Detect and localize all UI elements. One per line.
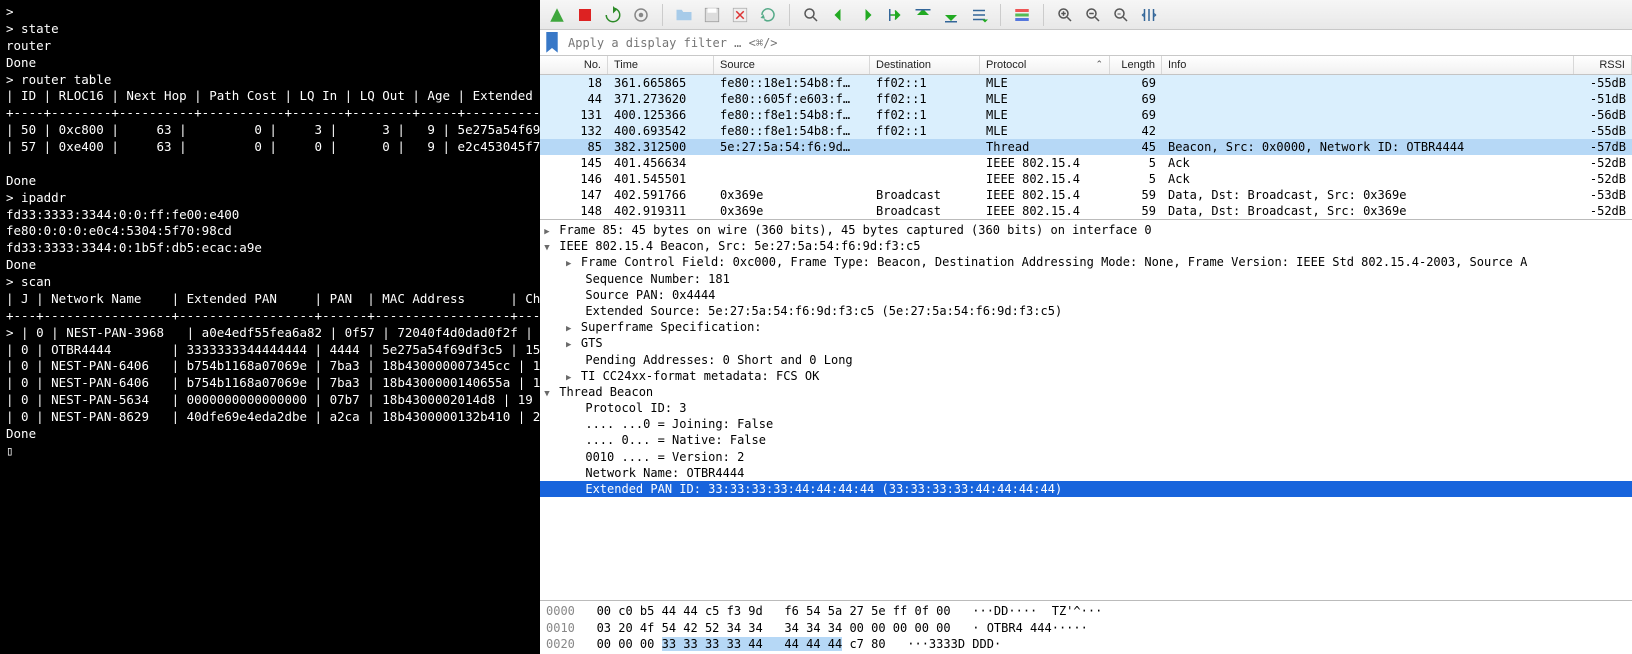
terminal-pane[interactable]: > > state router Done > router table | I… bbox=[0, 0, 540, 654]
detail-line[interactable]: Pending Addresses: 0 Short and 0 Long bbox=[540, 352, 1632, 368]
find-button[interactable] bbox=[800, 4, 822, 26]
detail-line[interactable]: Protocol ID: 3 bbox=[540, 400, 1632, 416]
packet-row[interactable]: 44371.273620fe80::605f:e603:f…ff02::1MLE… bbox=[540, 91, 1632, 107]
bookmark-icon[interactable] bbox=[544, 35, 560, 51]
packet-row[interactable]: 85382.3125005e:27:5a:54:f6:9d…Thread45Be… bbox=[540, 139, 1632, 155]
svg-text:=: = bbox=[1117, 10, 1121, 17]
packet-bytes[interactable]: 0000 00 c0 b5 44 44 c5 f3 9d f6 54 5a 27… bbox=[540, 601, 1632, 654]
detail-line[interactable]: Thread Beacon bbox=[540, 384, 1632, 400]
reload-button[interactable] bbox=[757, 4, 779, 26]
close-file-button[interactable] bbox=[729, 4, 751, 26]
packet-row[interactable]: 147402.5917660x369eBroadcastIEEE 802.15.… bbox=[540, 187, 1632, 203]
detail-line[interactable]: .... ...0 = Joining: False bbox=[540, 416, 1632, 432]
detail-line[interactable]: GTS bbox=[540, 335, 1632, 351]
go-first-button[interactable] bbox=[912, 4, 934, 26]
detail-line[interactable]: 0010 .... = Version: 2 bbox=[540, 449, 1632, 465]
packet-list-header: No. Time Source Destination Protocol⌃ Le… bbox=[540, 56, 1632, 75]
filter-bar bbox=[540, 30, 1632, 56]
detail-line[interactable]: Frame 85: 45 bytes on wire (360 bits), 4… bbox=[540, 222, 1632, 238]
detail-line[interactable]: Extended Source: 5e:27:5a:54:f6:9d:f3:c5… bbox=[540, 303, 1632, 319]
packet-row[interactable]: 131400.125366fe80::f8e1:54b8:f…ff02::1ML… bbox=[540, 107, 1632, 123]
expand-open-icon[interactable] bbox=[542, 384, 552, 400]
packet-details[interactable]: Frame 85: 45 bytes on wire (360 bits), 4… bbox=[540, 220, 1632, 601]
zoom-reset-button[interactable]: = bbox=[1110, 4, 1132, 26]
options-button[interactable] bbox=[630, 4, 652, 26]
zoom-out-button[interactable] bbox=[1082, 4, 1104, 26]
col-len[interactable]: Length bbox=[1110, 56, 1162, 74]
detail-line[interactable]: Frame Control Field: 0xc000, Frame Type:… bbox=[540, 254, 1632, 270]
packet-row[interactable]: 18361.665865fe80::18e1:54b8:f…ff02::1MLE… bbox=[540, 75, 1632, 91]
expand-closed-icon[interactable] bbox=[542, 222, 552, 238]
stop-capture-button[interactable] bbox=[574, 4, 596, 26]
detail-line[interactable]: TI CC24xx-format metadata: FCS OK bbox=[540, 368, 1632, 384]
start-capture-button[interactable] bbox=[546, 4, 568, 26]
col-no[interactable]: No. bbox=[540, 56, 608, 74]
detail-line[interactable]: Sequence Number: 181 bbox=[540, 271, 1632, 287]
display-filter-input[interactable] bbox=[564, 34, 1628, 52]
packet-row[interactable]: 132400.693542fe80::f8e1:54b8:f…ff02::1ML… bbox=[540, 123, 1632, 139]
packet-row[interactable]: 148402.9193110x369eBroadcastIEEE 802.15.… bbox=[540, 203, 1632, 219]
detail-line[interactable]: Source PAN: 0x4444 bbox=[540, 287, 1632, 303]
hex-row[interactable]: 0020 00 00 00 33 33 33 33 44 44 44 44 c7… bbox=[546, 636, 1626, 652]
auto-scroll-button[interactable] bbox=[968, 4, 990, 26]
save-button[interactable] bbox=[701, 4, 723, 26]
detail-line[interactable]: Superframe Specification: bbox=[540, 319, 1632, 335]
wireshark-pane: = No. Time Source Destination Protocol⌃ … bbox=[540, 0, 1632, 654]
detail-line[interactable]: Network Name: OTBR4444 bbox=[540, 465, 1632, 481]
main-toolbar: = bbox=[540, 0, 1632, 30]
go-last-button[interactable] bbox=[940, 4, 962, 26]
hex-row[interactable]: 0000 00 c0 b5 44 44 c5 f3 9d f6 54 5a 27… bbox=[546, 603, 1626, 619]
open-file-button[interactable] bbox=[673, 4, 695, 26]
expand-closed-icon[interactable] bbox=[564, 368, 574, 384]
hex-row[interactable]: 0010 03 20 4f 54 42 52 34 34 34 34 34 00… bbox=[546, 620, 1626, 636]
col-src[interactable]: Source bbox=[714, 56, 870, 74]
resize-columns-button[interactable] bbox=[1138, 4, 1160, 26]
packet-list[interactable]: No. Time Source Destination Protocol⌃ Le… bbox=[540, 56, 1632, 220]
packet-row[interactable]: 145401.456634IEEE 802.15.45Ack-52dB bbox=[540, 155, 1632, 171]
go-back-button[interactable] bbox=[828, 4, 850, 26]
col-time[interactable]: Time bbox=[608, 56, 714, 74]
detail-line[interactable]: .... 0... = Native: False bbox=[540, 432, 1632, 448]
expand-closed-icon[interactable] bbox=[564, 254, 574, 270]
col-rssi[interactable]: RSSI bbox=[1574, 56, 1632, 74]
zoom-in-button[interactable] bbox=[1054, 4, 1076, 26]
col-dst[interactable]: Destination bbox=[870, 56, 980, 74]
expand-closed-icon[interactable] bbox=[564, 319, 574, 335]
expand-closed-icon[interactable] bbox=[564, 335, 574, 351]
detail-line[interactable]: Extended PAN ID: 33:33:33:33:44:44:44:44… bbox=[540, 481, 1632, 497]
colorize-button[interactable] bbox=[1011, 4, 1033, 26]
go-forward-button[interactable] bbox=[856, 4, 878, 26]
detail-line[interactable]: IEEE 802.15.4 Beacon, Src: 5e:27:5a:54:f… bbox=[540, 238, 1632, 254]
restart-capture-button[interactable] bbox=[602, 4, 624, 26]
go-to-packet-button[interactable] bbox=[884, 4, 906, 26]
col-proto[interactable]: Protocol⌃ bbox=[980, 56, 1110, 74]
packet-row[interactable]: 146401.545501IEEE 802.15.45Ack-52dB bbox=[540, 171, 1632, 187]
col-info[interactable]: Info bbox=[1162, 56, 1574, 74]
expand-open-icon[interactable] bbox=[542, 238, 552, 254]
